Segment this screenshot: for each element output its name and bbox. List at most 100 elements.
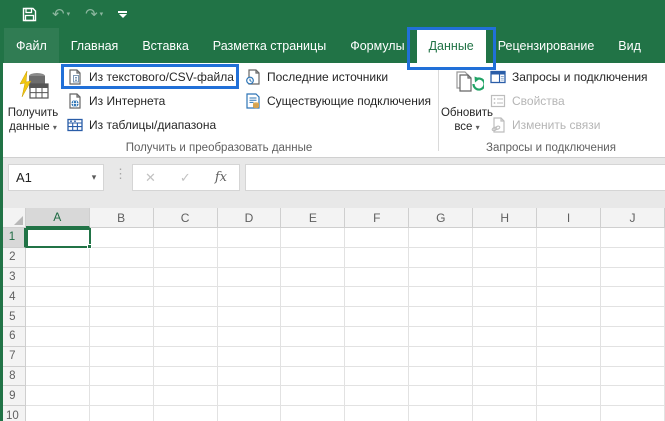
grid-cell[interactable]	[537, 307, 602, 327]
grid-cell[interactable]	[25, 267, 90, 288]
from-table-range-button[interactable]: Из таблицы/диапазона	[62, 113, 238, 137]
grid-cell[interactable]	[409, 267, 474, 288]
grid-cell[interactable]	[345, 307, 410, 327]
grid-cell[interactable]	[345, 366, 410, 387]
grid-cell[interactable]	[25, 307, 90, 327]
grid-cell[interactable]	[217, 267, 282, 288]
row-header-2[interactable]: 2	[0, 247, 26, 268]
grid-cell[interactable]	[89, 366, 154, 387]
grid-cell[interactable]	[601, 287, 665, 308]
grid-cell[interactable]	[153, 267, 218, 288]
column-header-b[interactable]: B	[89, 208, 154, 228]
column-header-g[interactable]: G	[409, 208, 474, 228]
grid-cell[interactable]	[345, 267, 410, 288]
grid-cell[interactable]	[601, 366, 665, 387]
grid-cell[interactable]	[25, 386, 90, 407]
grid-cell[interactable]	[409, 406, 474, 421]
grid-cell[interactable]	[217, 326, 282, 347]
redo-icon[interactable]: ↷ ▾	[85, 7, 103, 22]
grid-cell[interactable]	[473, 326, 538, 347]
grid-cell[interactable]	[601, 307, 665, 327]
name-box-caret-icon[interactable]: ▾	[85, 172, 103, 183]
tab-formulas[interactable]: Формулы	[338, 28, 416, 63]
tab-file[interactable]: Файл	[4, 28, 59, 63]
grid-cell[interactable]	[409, 228, 474, 248]
grid-cell[interactable]	[537, 287, 602, 308]
grid-cell[interactable]	[601, 346, 665, 367]
grid-cell[interactable]	[217, 247, 282, 268]
selected-cell-a1[interactable]	[26, 228, 92, 249]
grid-cell[interactable]	[601, 267, 665, 288]
grid-cell[interactable]	[25, 346, 90, 367]
column-header-d[interactable]: D	[217, 208, 282, 228]
save-icon[interactable]	[22, 7, 37, 22]
grid-cell[interactable]	[281, 287, 346, 308]
grid-cell[interactable]	[153, 247, 218, 268]
grid-cell[interactable]	[281, 366, 346, 387]
tab-page-layout[interactable]: Разметка страницы	[201, 28, 338, 63]
name-box[interactable]: A1 ▾	[8, 164, 104, 191]
grid-cell[interactable]	[89, 307, 154, 327]
grid-cell[interactable]	[473, 228, 538, 248]
customize-toolbar-icon[interactable]	[118, 10, 128, 18]
enter-icon[interactable]: ✓	[180, 170, 191, 186]
grid-cell[interactable]	[25, 247, 90, 268]
grid-cell[interactable]	[473, 307, 538, 327]
grid-cell[interactable]	[537, 406, 602, 421]
grid-cell[interactable]	[25, 326, 90, 347]
row-header-3[interactable]: 3	[0, 267, 26, 288]
tab-view[interactable]: Вид	[606, 28, 653, 63]
column-header-j[interactable]: J	[601, 208, 665, 228]
grid-cell[interactable]	[281, 307, 346, 327]
grid-cell[interactable]	[89, 326, 154, 347]
grid-cell[interactable]	[409, 346, 474, 367]
grid-cell[interactable]	[89, 287, 154, 308]
column-header-a[interactable]: A	[25, 208, 90, 228]
grid-cell[interactable]	[153, 307, 218, 327]
grid-cell[interactable]	[217, 287, 282, 308]
grid-cell[interactable]	[25, 366, 90, 387]
column-header-c[interactable]: C	[153, 208, 218, 228]
grid-cell[interactable]	[153, 366, 218, 387]
column-header-i[interactable]: I	[537, 208, 602, 228]
grid-cell[interactable]	[345, 287, 410, 308]
grid-cell[interactable]	[345, 386, 410, 407]
select-all-button[interactable]	[0, 208, 26, 228]
grid-cell[interactable]	[409, 307, 474, 327]
column-header-h[interactable]: H	[473, 208, 538, 228]
grid-cell[interactable]	[281, 406, 346, 421]
grid-cell[interactable]	[537, 386, 602, 407]
grid-cell[interactable]	[601, 326, 665, 347]
grid-cell[interactable]	[281, 228, 346, 248]
grid-cell[interactable]	[153, 287, 218, 308]
row-header-7[interactable]: 7	[0, 346, 26, 367]
grid-cell[interactable]	[153, 346, 218, 367]
grid-cell[interactable]	[537, 247, 602, 268]
tab-review[interactable]: Рецензирование	[486, 28, 607, 63]
row-header-1[interactable]: 1	[0, 228, 26, 248]
grid-cell[interactable]	[281, 346, 346, 367]
grid-cell[interactable]	[89, 346, 154, 367]
grid-cell[interactable]	[217, 386, 282, 407]
grid-cell[interactable]	[89, 247, 154, 268]
row-header-4[interactable]: 4	[0, 287, 26, 308]
grid-cell[interactable]	[217, 366, 282, 387]
grid-cell[interactable]	[601, 247, 665, 268]
column-header-e[interactable]: E	[281, 208, 346, 228]
grid-cell[interactable]	[217, 346, 282, 367]
grid-cell[interactable]	[409, 287, 474, 308]
grid-cell[interactable]	[345, 247, 410, 268]
from-web-button[interactable]: Из Интернета	[62, 89, 238, 113]
grid-cell[interactable]	[473, 366, 538, 387]
grid-cell[interactable]	[601, 228, 665, 248]
grid-cell[interactable]	[473, 247, 538, 268]
row-header-8[interactable]: 8	[0, 366, 26, 387]
grid-cell[interactable]	[409, 326, 474, 347]
grid-cell[interactable]	[281, 267, 346, 288]
grid-cell[interactable]	[281, 326, 346, 347]
grid-cell[interactable]	[217, 228, 282, 248]
grid-cell[interactable]	[473, 267, 538, 288]
grid-cell[interactable]	[473, 386, 538, 407]
grid-cell[interactable]	[345, 228, 410, 248]
fill-handle[interactable]	[86, 244, 92, 249]
